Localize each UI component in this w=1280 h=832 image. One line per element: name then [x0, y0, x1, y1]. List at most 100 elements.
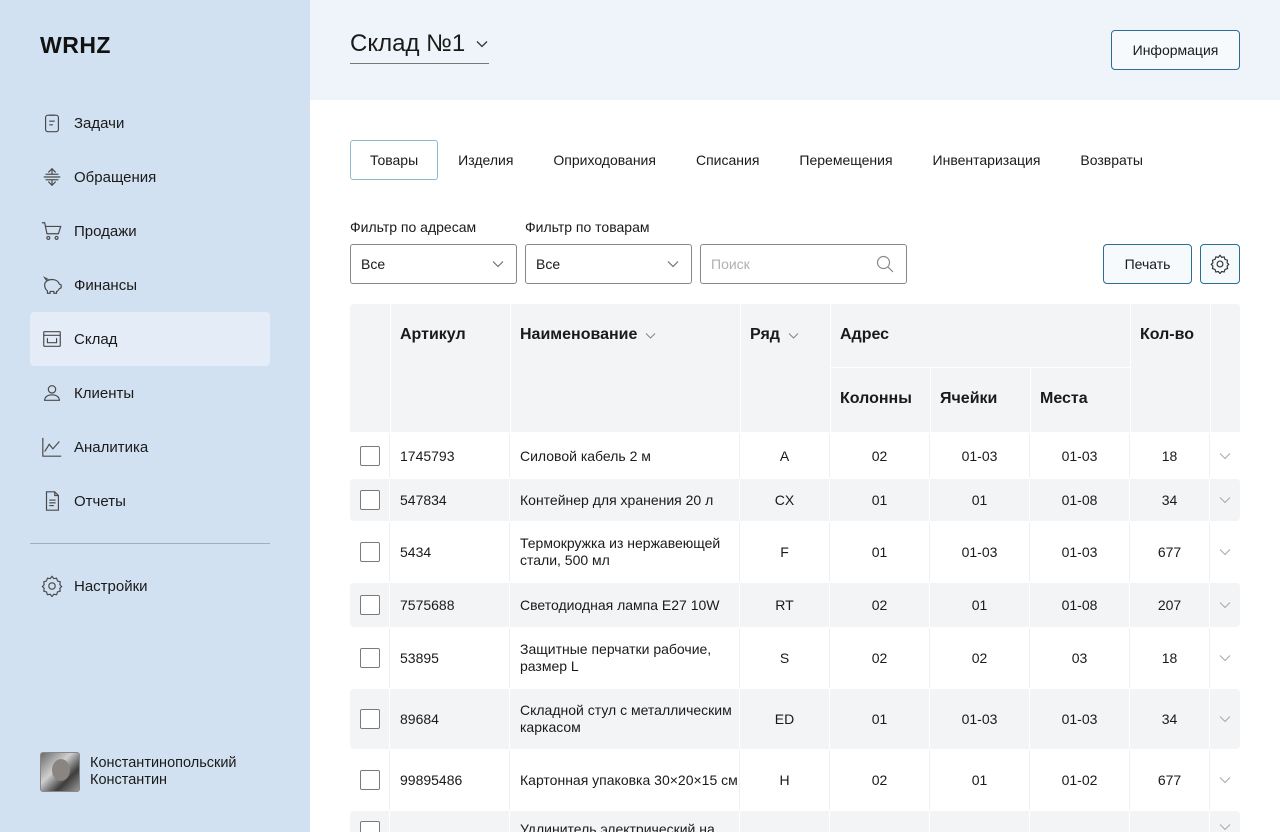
table-row[interactable]: 99895486 Картонная упаковка 30×20×15 см H 0… — [350, 750, 1240, 810]
column-header-label: Кол-во — [1140, 326, 1195, 343]
tab-goods[interactable]: Товары — [350, 140, 439, 180]
chevron-down-icon — [1219, 824, 1231, 831]
sidebar-item-settings[interactable]: Настройки — [30, 559, 270, 613]
avatar — [40, 752, 80, 792]
cell-column — [830, 811, 930, 832]
sidebar-item-warehouse[interactable]: Склад — [30, 312, 270, 366]
tab-inventory[interactable]: Инвентаризация — [913, 140, 1061, 180]
column-header-cells[interactable]: Ячейки — [940, 390, 997, 408]
row-expand[interactable] — [1210, 479, 1240, 521]
sidebar-item-reports[interactable]: Отчеты — [30, 474, 270, 528]
row-expand[interactable] — [1210, 689, 1240, 749]
tab-returns[interactable]: Возвраты — [1060, 140, 1163, 180]
row-expand[interactable] — [1210, 522, 1240, 582]
cell-article: 1745793 — [390, 434, 510, 478]
warehouse-select[interactable]: Склад №1 — [350, 30, 490, 64]
cell-article: 99895486 — [390, 750, 510, 810]
tab-receipts[interactable]: Оприходования — [533, 140, 676, 180]
cell-place: 01-03 — [1030, 434, 1130, 478]
info-button[interactable]: Информация — [1111, 30, 1240, 70]
row-checkbox-cell — [350, 583, 390, 627]
cell-place — [1030, 811, 1130, 832]
sidebar-item-sales[interactable]: Продажи — [30, 204, 270, 258]
row-expand[interactable] — [1210, 583, 1240, 627]
table-row[interactable]: 53895 Защитные перчатки рабочие, размер L… — [350, 628, 1240, 688]
tab-transfers[interactable]: Перемещения — [779, 140, 912, 180]
row-checkbox[interactable] — [359, 490, 380, 510]
column-header-columns[interactable]: Колонны — [840, 390, 912, 408]
print-button[interactable]: Печать — [1103, 244, 1192, 284]
row-checkbox[interactable] — [359, 595, 380, 615]
row-checkbox-cell — [350, 689, 390, 749]
table-row[interactable]: 1745793 Силовой кабель 2 м A 02 01-03 01-03 18 — [350, 434, 1240, 478]
search-input[interactable] — [701, 245, 861, 283]
goods-filter-select[interactable]: Все — [525, 244, 692, 284]
column-header-address: Адрес — [840, 326, 889, 344]
sidebar-item-clients[interactable]: Клиенты — [30, 366, 270, 420]
table-row[interactable]: 89684 Складной стул с металлическим карка… — [350, 689, 1240, 749]
cell-cell — [930, 811, 1030, 832]
cell-place: 01-03 — [1030, 689, 1130, 749]
row-checkbox[interactable] — [359, 542, 380, 562]
tab-write-offs[interactable]: Списания — [676, 140, 779, 180]
cell-article — [390, 811, 510, 832]
row-expand[interactable] — [1210, 750, 1240, 810]
document-icon — [40, 489, 64, 513]
sidebar-divider — [30, 543, 270, 544]
chart-icon — [40, 435, 64, 459]
table-row[interactable]: 5434 Термокружка из нержавеющей стали, 50… — [350, 522, 1240, 582]
cell-qty — [1130, 811, 1210, 832]
cell-name: Силовой кабель 2 м — [510, 434, 740, 478]
sidebar-item-label: Настройки — [74, 577, 148, 595]
chevron-down-icon — [667, 261, 679, 268]
sidebar-item-label: Аналитика — [74, 438, 149, 456]
column-header-row[interactable]: Ряд — [750, 326, 799, 344]
cell-name: Складной стул с металлическим каркасом — [510, 689, 740, 749]
cell-column: 01 — [830, 689, 930, 749]
cell-row: F — [740, 522, 830, 582]
address-filter-select[interactable]: Все — [350, 244, 517, 284]
row-checkbox[interactable] — [359, 446, 380, 466]
column-header-qty[interactable]: Кол-во — [1140, 326, 1194, 344]
cell-row: CX — [740, 479, 830, 521]
row-expand[interactable] — [1210, 811, 1240, 832]
table-settings-button[interactable] — [1200, 244, 1240, 284]
cell-row — [740, 811, 830, 832]
cart-icon — [40, 219, 64, 243]
row-checkbox[interactable] — [359, 648, 380, 668]
warehouse-icon — [40, 327, 64, 351]
user-profile[interactable]: Константинопольский Константин — [40, 752, 237, 792]
column-header-places[interactable]: Места — [1040, 390, 1088, 408]
cell-article: 53895 — [390, 628, 510, 688]
sidebar-item-finance[interactable]: Финансы — [30, 258, 270, 312]
table-row[interactable]: 7575688 Светодиодная лампа E27 10W RT 02 01 0… — [350, 583, 1240, 627]
chevron-down-icon — [788, 332, 799, 339]
row-checkbox-cell — [350, 811, 390, 832]
table-row[interactable]: 547834 Контейнер для хранения 20 л CX 01 01 0… — [350, 479, 1240, 521]
row-checkbox[interactable] — [359, 709, 380, 729]
table-row[interactable]: Удлинитель электрический на — [350, 811, 1240, 832]
cell-name: Защитные перчатки рабочие, размер L — [510, 628, 740, 688]
column-header-name[interactable]: Наименование — [520, 326, 656, 344]
row-checkbox-cell — [350, 628, 390, 688]
cell-column: 02 — [830, 434, 930, 478]
cell-cell: 01 — [930, 479, 1030, 521]
sidebar-item-analytics[interactable]: Аналитика — [30, 420, 270, 474]
row-checkbox[interactable] — [359, 821, 380, 832]
row-expand[interactable] — [1210, 434, 1240, 478]
cell-row: RT — [740, 583, 830, 627]
search-icon[interactable] — [876, 255, 894, 273]
column-header-article[interactable]: Артикул — [400, 326, 466, 344]
sidebar-item-label: Финансы — [74, 276, 137, 294]
sidebar-item-label: Продажи — [74, 222, 137, 240]
row-checkbox-cell — [350, 522, 390, 582]
sidebar-item-requests[interactable]: Обращения — [30, 150, 270, 204]
row-checkbox[interactable] — [359, 770, 380, 790]
cell-place: 03 — [1030, 628, 1130, 688]
sidebar-item-tasks[interactable]: Задачи — [30, 96, 270, 150]
tab-products[interactable]: Изделия — [438, 140, 533, 180]
cell-qty: 677 — [1130, 750, 1210, 810]
cell-column: 02 — [830, 583, 930, 627]
row-expand[interactable] — [1210, 628, 1240, 688]
chevron-down-icon — [1219, 777, 1231, 784]
